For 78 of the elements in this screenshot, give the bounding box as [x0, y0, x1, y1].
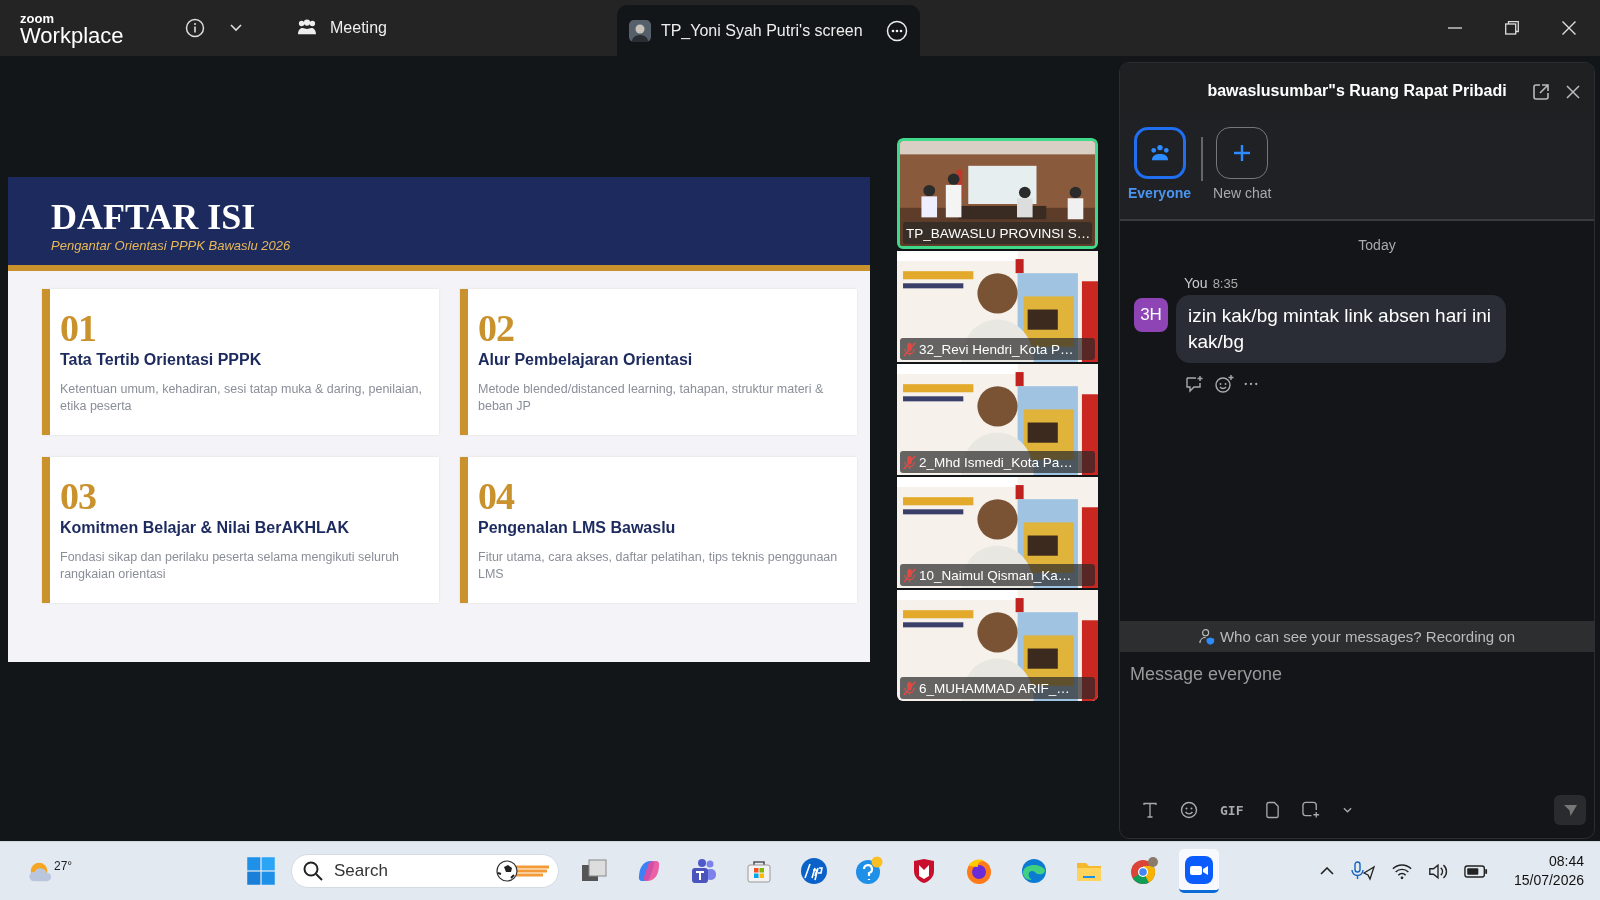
share-tab[interactable]: TP_Yoni Syah Putri's screen [616, 5, 920, 56]
round-logo-icon [800, 857, 828, 885]
chevron-up-icon[interactable] [1319, 867, 1334, 875]
screenshot-icon[interactable] [1302, 801, 1322, 819]
video-app-icon [1184, 854, 1214, 885]
volume-icon[interactable] [1427, 862, 1448, 880]
participant-name: 10_Naimul Qisman_Ka… [919, 567, 1072, 583]
topic-title: Komitmen Belajar & Nilai BerAKHLAK [60, 519, 350, 537]
pop-out-icon[interactable] [1532, 83, 1550, 101]
topic-description: Fondasi sikap dan perilaku peserta selama mengikuti seluruh rangkaian orientasi [60, 549, 401, 583]
search-field[interactable]: Search [291, 854, 559, 888]
more-icon[interactable] [1244, 382, 1258, 386]
user-shield-icon [1198, 628, 1216, 645]
start-icon[interactable] [246, 856, 276, 886]
logo-text: zoom [20, 12, 55, 25]
app-name: Workplace [20, 25, 125, 47]
video-tile[interactable]: 32_Revi Hendri_Kota P… [897, 251, 1098, 362]
battery-icon[interactable] [1463, 864, 1488, 878]
avatar-icon [628, 19, 651, 42]
message-time: 8:35 [1212, 276, 1238, 291]
topic-number: 02 [478, 311, 515, 345]
topic-description: Ketentuan umum, kehadiran, sesi tatap muka & daring, penilaian, etika peserta [60, 381, 424, 415]
wave-globe-icon [1020, 857, 1048, 885]
people-icon [296, 19, 318, 37]
date-divider: Today [1358, 237, 1396, 253]
message-bubble: izin kak/bg mintak link absen hari ini kak/bg [1176, 295, 1506, 363]
topic-title: Alur Pembelajaran Orientasi [478, 351, 694, 369]
participant-name: 6_MUHAMMAD ARIF_… [919, 680, 1070, 696]
microphone-icon[interactable] [1349, 861, 1376, 881]
search-icon [303, 861, 323, 881]
participant-name: TP_BAWASLU PROVINSI S… [906, 225, 1091, 241]
participant-name: 32_Revi Hendri_Kota P… [919, 341, 1074, 357]
video-tile[interactable]: TP_BAWASLU PROVINSI S… [897, 138, 1098, 249]
emoji-icon[interactable] [1180, 801, 1198, 819]
close-icon[interactable] [1566, 85, 1580, 99]
restore-icon[interactable] [1505, 21, 1519, 35]
chat-title: bawaslusumbar"s Ruang Rapat Pribadi [1207, 82, 1507, 100]
avatar: 3H [1134, 298, 1168, 332]
info-icon[interactable] [185, 18, 205, 38]
gif-button[interactable]: GIF [1220, 802, 1244, 818]
slide-subtitle: Pengantar Orientasi PPPK Bawaslu 2026 [51, 237, 292, 253]
file-icon[interactable] [1265, 801, 1281, 819]
emoji-add-icon[interactable] [1214, 375, 1234, 393]
clock-date[interactable]: 15/07/2026 [1513, 871, 1584, 890]
sender-name: You [1184, 275, 1208, 291]
video-tile[interactable]: 6_MUHAMMAD ARIF_… [897, 590, 1098, 701]
close-icon[interactable] [1562, 21, 1576, 35]
topic-number: 01 [60, 311, 97, 345]
wifi-icon[interactable] [1391, 862, 1412, 880]
browser-icon [1129, 856, 1159, 886]
help-icon [854, 856, 884, 886]
topic-description: Metode blended/distanced learning, tahapan, struktur materi & beban JP [478, 381, 825, 415]
chevron-down-icon[interactable] [1343, 807, 1353, 813]
video-tile[interactable]: 2_Mhd Ismedi_Kota Pa… [897, 364, 1098, 475]
clock-time[interactable]: 08:44 [1548, 852, 1584, 871]
people-icon [1148, 144, 1171, 162]
weather-widget[interactable]: 27° [0, 859, 246, 883]
video-tile[interactable]: 10_Naimul Qisman_Ka… [897, 477, 1098, 588]
reply-icon[interactable] [1184, 375, 1204, 393]
text-format-icon[interactable] [1142, 802, 1158, 818]
message-field[interactable]: Message everyone [1120, 652, 1594, 786]
taskbar-app[interactable] [1179, 849, 1219, 893]
soccer-ball-icon [495, 859, 551, 883]
fox-globe-icon [965, 857, 993, 885]
topic-description: Fitur utama, cara akses, daftar pelatihan, tips teknis penggunaan LMS [478, 549, 839, 583]
send-icon [1562, 803, 1578, 817]
more-icon[interactable] [885, 19, 908, 42]
privacy-notice[interactable]: Who can see your messages? Recording on [1120, 621, 1594, 652]
topic-title: Pengenalan LMS Bawaslu [478, 519, 677, 537]
topic-title: Tata Tertib Orientasi PPPK [60, 351, 263, 369]
plus-icon [1233, 144, 1252, 162]
topic-number: 04 [478, 479, 516, 513]
send-button[interactable] [1554, 795, 1586, 825]
participant-name: 2_Mhd Ismedi_Kota Pa… [919, 454, 1073, 470]
people-icon [690, 857, 718, 885]
slide-title: DAFTAR ISI [51, 197, 257, 236]
topic-number: 03 [60, 479, 97, 513]
meeting-label[interactable]: Meeting [330, 19, 387, 37]
